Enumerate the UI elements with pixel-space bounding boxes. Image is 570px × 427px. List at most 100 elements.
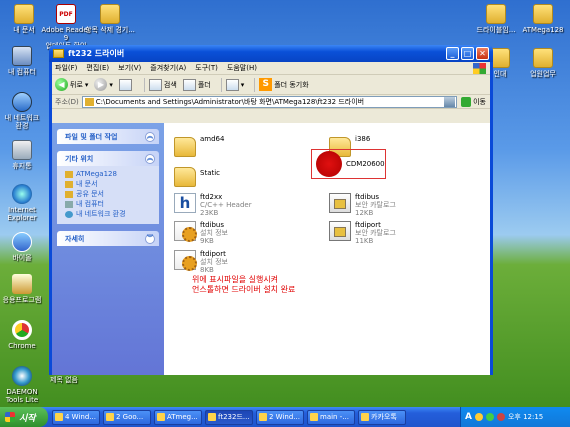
folder-icon — [53, 49, 64, 58]
taskbar-item[interactable]: ATmeg... — [154, 409, 202, 425]
back-arrow-icon: ◀ — [55, 78, 68, 91]
file-size: 8KB — [200, 266, 214, 274]
file-item-cdm20600[interactable]: CDM20600 — [316, 151, 385, 177]
taskbar-item-label: 2 Wind... — [269, 413, 300, 421]
place-link-network[interactable]: 내 네트워크 환경 — [65, 209, 153, 219]
chevron-down-icon[interactable]: ︾ — [145, 233, 155, 244]
file-item-amd64[interactable]: amd64 — [174, 135, 224, 157]
file-item-ftdibus-cat[interactable]: ftdibus 보안 카탈로그 12KB — [329, 193, 396, 217]
go-button[interactable]: 이동 — [461, 96, 486, 107]
chevron-down-icon[interactable] — [444, 96, 456, 107]
recycle-bin-icon — [12, 140, 32, 160]
desktop-icon-network[interactable]: 내 네트워크 환경 — [0, 92, 48, 130]
window-titlebar[interactable]: ft232 드라이버 _ □ ✕ — [49, 45, 493, 62]
desktop-icon-atmega128[interactable]: ATMega128 — [517, 4, 569, 34]
start-button[interactable]: 시작 — [0, 407, 48, 427]
desktop-icon-my-computer[interactable]: 내 컴퓨터 — [0, 46, 48, 76]
panel-other-places: 기타 위치 ︽ ATMega128 내 문서 공유 문서 내 컴퓨터 내 네트워… — [57, 151, 159, 224]
folder-icon — [208, 413, 216, 421]
file-item-ftdiport-inf[interactable]: ftdiport 설치 정보 8KB — [174, 250, 228, 274]
folder-icon — [100, 4, 120, 24]
panel-header[interactable]: 기타 위치 ︽ — [57, 151, 159, 166]
desktop-icon-untitled[interactable]: 제목 없음 — [38, 376, 90, 384]
menu-file[interactable]: 파일(F) — [55, 63, 77, 73]
place-link-atmega128[interactable]: ATMega128 — [65, 169, 153, 179]
file-list: amd64 i386 Static CDM20600 h ftd2xx C/C+… — [164, 123, 490, 375]
sync-label: 폴더 동기화 — [274, 80, 309, 89]
tray-icon[interactable] — [485, 413, 494, 421]
taskbar-item[interactable]: 4 Wind... — [52, 409, 100, 425]
window-group-icon — [259, 413, 267, 421]
taskbar-item[interactable]: 2 Goo... — [103, 409, 151, 425]
desktop-icon-internet-explorer[interactable]: Internet Explorer — [0, 184, 48, 222]
file-size: 12KB — [355, 209, 374, 217]
menu-favorites[interactable]: 즐겨찾기(A) — [150, 63, 186, 73]
chevron-up-icon[interactable]: ︽ — [145, 153, 155, 164]
network-icon — [65, 210, 73, 218]
taskbar-item[interactable]: main -... — [307, 409, 355, 425]
menu-help[interactable]: 도움말(H) — [227, 63, 257, 73]
file-name: ftdiport — [355, 221, 381, 229]
tray-icon[interactable] — [496, 413, 505, 421]
program-icon — [12, 232, 32, 252]
taskbar-item[interactable]: ft232드... — [205, 409, 253, 425]
chrome-icon — [12, 320, 32, 340]
place-link-shared-documents[interactable]: 공유 문서 — [65, 189, 153, 199]
desktop-icon-label: 내 네트워크 환경 — [4, 114, 40, 130]
taskbar-item-label: main -... — [320, 413, 349, 421]
close-button[interactable]: ✕ — [476, 47, 489, 60]
panel-title: 기타 위치 — [65, 154, 94, 163]
search-button[interactable]: 검색 — [148, 78, 177, 91]
chrome-icon — [106, 413, 114, 421]
place-link-my-documents[interactable]: 내 문서 — [65, 179, 153, 189]
folders-button[interactable]: 폴더 — [182, 78, 211, 91]
place-link-my-computer[interactable]: 내 컴퓨터 — [65, 199, 153, 209]
search-icon — [148, 78, 162, 91]
address-label: 주소(D) — [55, 97, 79, 106]
back-label: 뒤로 — [70, 80, 83, 89]
taskbar-item[interactable]: 2 Wind... — [256, 409, 304, 425]
input-language-indicator[interactable]: A — [465, 412, 472, 422]
clock[interactable]: 오후 12:15 — [508, 412, 543, 422]
address-input[interactable]: C:\Documents and Settings\Administrator\… — [81, 95, 458, 108]
tray-icon[interactable] — [474, 413, 483, 421]
minimize-button[interactable]: _ — [446, 47, 459, 60]
editor-icon — [310, 413, 318, 421]
annotation-text: 위에 표시파일을 실행시켜 언스톨하면 드라이버 설치 완료 — [192, 275, 295, 295]
desktop-icon-chrome[interactable]: Chrome — [0, 320, 48, 350]
explorer-window[interactable]: ft232 드라이버 _ □ ✕ 파일(F) 편집(E) 보기(V) 즐겨찾기(… — [49, 45, 493, 375]
file-type: 보안 카탈로그 — [355, 229, 396, 237]
menu-edit[interactable]: 편집(E) — [86, 63, 109, 73]
computer-icon — [65, 200, 73, 208]
file-item-ftdibus-inf[interactable]: ftdibus 설치 정보 9KB — [174, 221, 228, 245]
folder-icon — [533, 4, 553, 24]
maximize-button[interactable]: □ — [461, 47, 474, 60]
sync-button[interactable]: S 폴더 동기화 — [259, 78, 309, 91]
back-button[interactable]: ◀ 뒤로 ▾ — [55, 78, 88, 91]
menu-view[interactable]: 보기(V) — [118, 63, 141, 73]
forward-button[interactable]: ▶ ▾ — [94, 78, 113, 91]
folder-icon — [490, 48, 510, 68]
folder-icon — [157, 413, 165, 421]
taskbar: 시작 4 Wind... 2 Goo... ATmeg... ft232드...… — [0, 407, 570, 427]
panel-header[interactable]: 파일 및 폴더 작업 ︽ — [57, 129, 159, 144]
file-item-static[interactable]: Static — [174, 165, 220, 187]
file-item-ftd2xx[interactable]: h ftd2xx C/C++ Header 23KB — [174, 193, 252, 217]
desktop-icon-applications[interactable]: 응용프로그램 — [0, 274, 48, 304]
desktop-icon-daemon-tools[interactable]: DAEMON Tools Lite — [0, 366, 48, 404]
daemon-tools-icon — [12, 366, 32, 386]
panel-header[interactable]: 자세히 ︾ — [57, 231, 159, 246]
desktop-icon-driver-folder[interactable]: 드라이블임... — [470, 4, 522, 34]
file-name: ftd2xx — [200, 193, 223, 201]
views-button[interactable]: ▾ — [225, 78, 244, 91]
menu-tools[interactable]: 도구(T) — [195, 63, 218, 73]
desktop-icon-folder-b[interactable]: 업원업무 — [517, 48, 569, 78]
windows-logo-icon — [5, 412, 15, 422]
chevron-up-icon[interactable]: ︽ — [145, 131, 155, 142]
up-folder-button[interactable] — [118, 78, 134, 91]
taskbar-item[interactable]: 카카오톡 — [358, 409, 406, 425]
desktop-icon-run[interactable]: 바이올 — [0, 232, 48, 262]
desktop-icon-recycle-bin[interactable]: 휴지통 — [0, 140, 48, 170]
desktop-icon-delete-item[interactable]: 항목 삭제 경기... — [84, 4, 136, 34]
file-item-ftdiport-cat[interactable]: ftdiport 보안 카탈로그 11KB — [329, 221, 396, 245]
